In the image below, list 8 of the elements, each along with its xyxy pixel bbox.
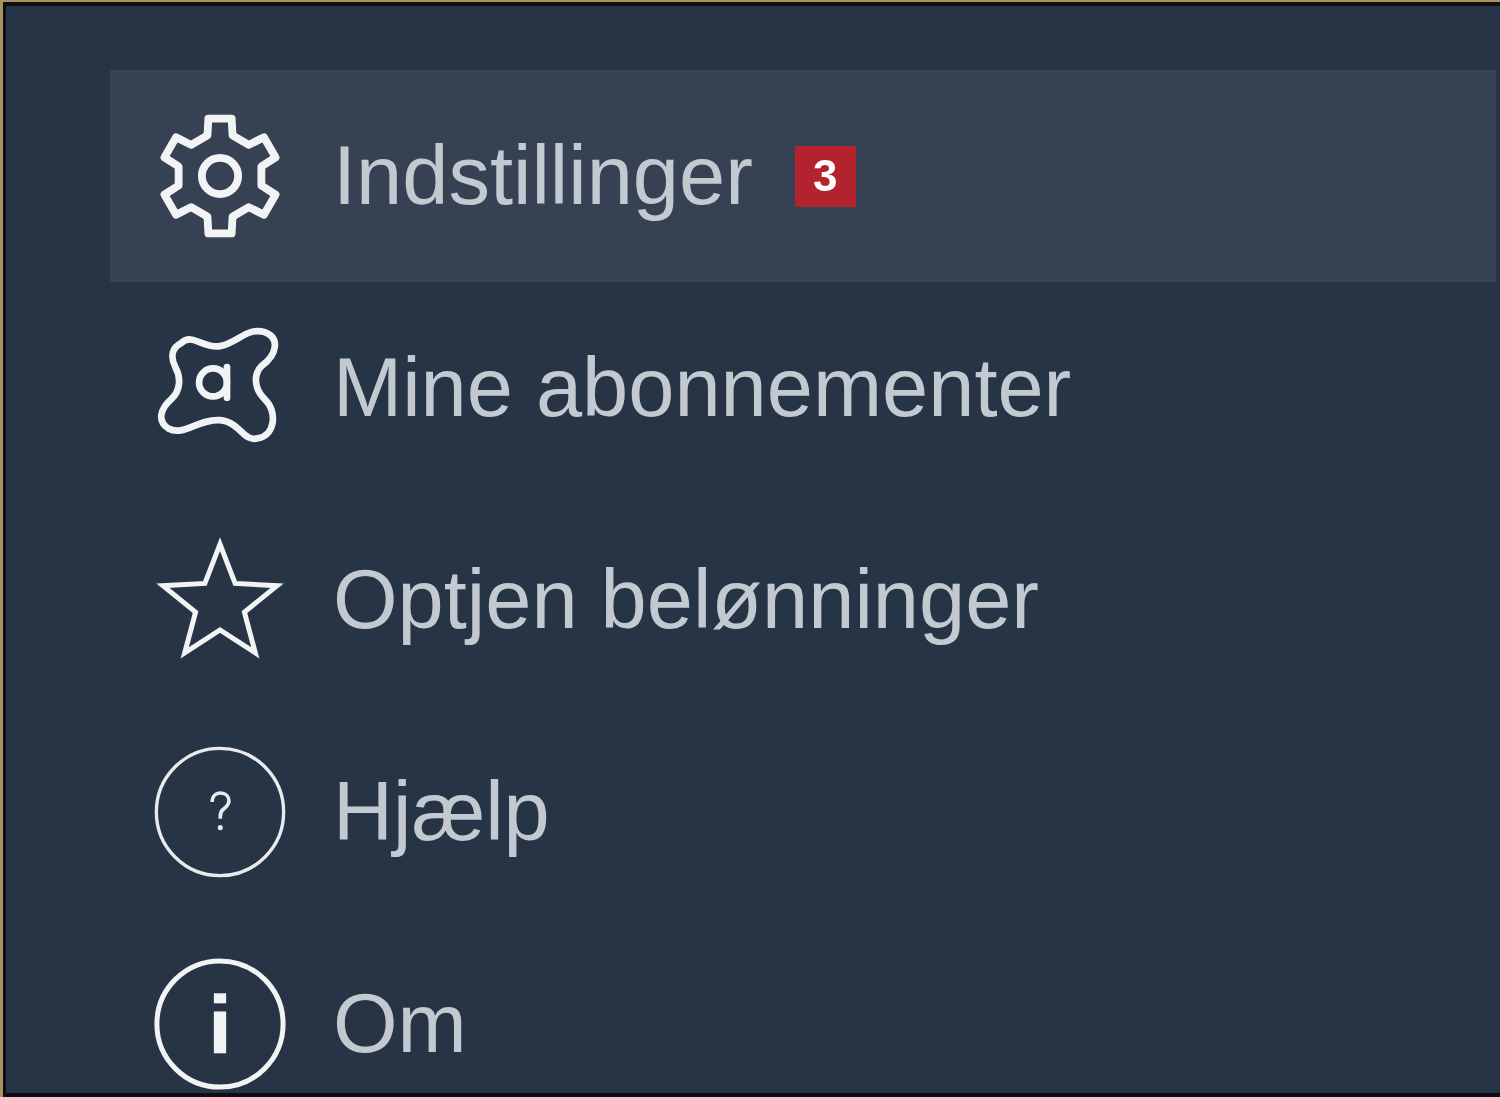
menu-item[interactable]: Om — [110, 918, 1496, 1093]
info-icon — [153, 957, 287, 1091]
menu-item[interactable]: Hjælp — [110, 706, 1496, 918]
help-icon — [153, 745, 287, 879]
menu-item[interactable]: Indstillinger 3 — [110, 70, 1496, 282]
menu-item[interactable]: Optjen belønninger — [110, 494, 1496, 706]
menu-item[interactable]: Mine abonnementer — [110, 282, 1496, 494]
count-badge: 3 — [794, 145, 856, 207]
